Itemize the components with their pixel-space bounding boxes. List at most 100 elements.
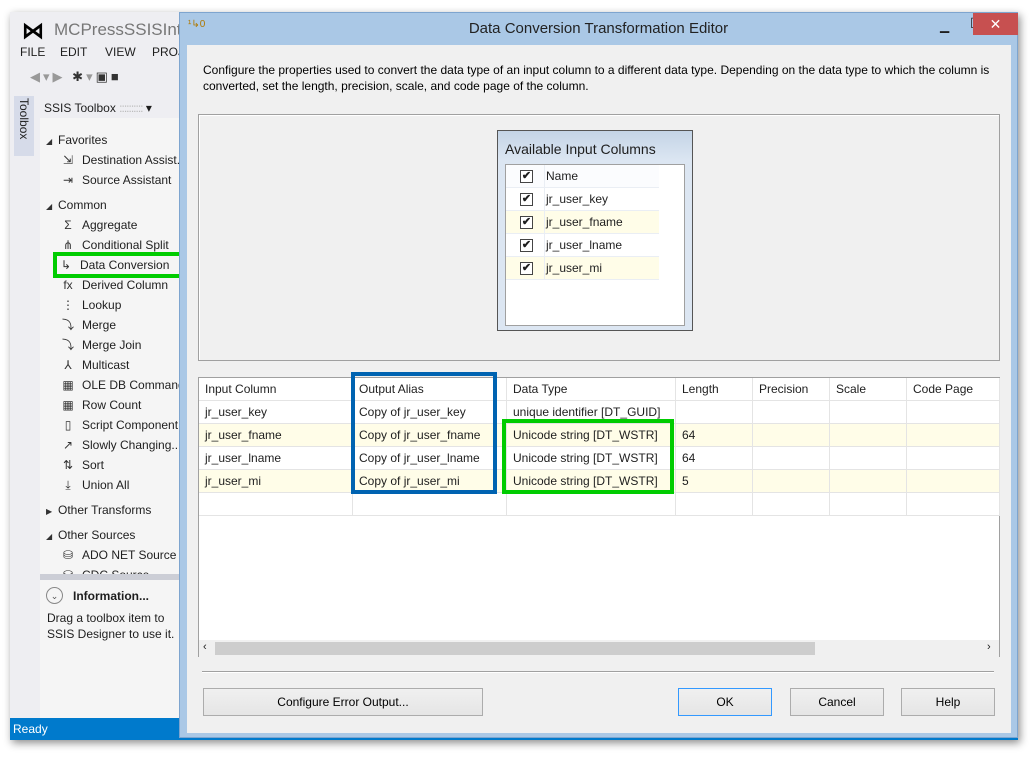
toolbox-item-source-assistant[interactable]: ⇥ Source Assistant bbox=[59, 170, 171, 190]
grid-cell[interactable] bbox=[907, 424, 1000, 447]
grid-cell[interactable] bbox=[753, 424, 830, 447]
grid-cell[interactable]: jr_user_key bbox=[199, 401, 353, 424]
forward-icon[interactable]: ▶ bbox=[53, 69, 66, 84]
grid-cell[interactable] bbox=[907, 470, 1000, 493]
grid-cell[interactable]: jr_user_mi bbox=[199, 470, 353, 493]
toolbox-side-tab[interactable]: Toolbox bbox=[14, 96, 34, 156]
grid-header-scale[interactable]: Scale bbox=[830, 378, 907, 401]
grid-cell[interactable] bbox=[907, 401, 1000, 424]
available-column-row[interactable]: ✔ jr_user_key bbox=[506, 188, 659, 211]
merge-icon: ⤵ bbox=[61, 318, 74, 332]
help-button[interactable]: Help bbox=[901, 688, 995, 716]
toolbox-group-other-transforms[interactable]: ▶ Other Transforms bbox=[46, 500, 151, 520]
grid-header-data-type[interactable]: Data Type bbox=[507, 378, 676, 401]
grid-cell[interactable] bbox=[907, 447, 1000, 470]
back-icon[interactable]: ◀ bbox=[30, 69, 43, 84]
dropdown-icon[interactable]: ▾ bbox=[146, 101, 152, 115]
grid-cell[interactable]: jr_user_fname bbox=[199, 424, 353, 447]
toolbox-panel: ◢ Favorites ⇲ Destination Assist... ⇥ Source … bbox=[40, 118, 188, 582]
column-checkbox[interactable]: ✔ bbox=[520, 239, 533, 252]
grid-cell[interactable]: jr_user_lname bbox=[199, 447, 353, 470]
ok-button[interactable]: OK bbox=[678, 688, 772, 716]
column-checkbox[interactable]: ✔ bbox=[520, 262, 533, 275]
expanded-triangle-icon[interactable]: ◢ bbox=[46, 527, 58, 547]
ado-net-source-icon: ⛁ bbox=[62, 548, 74, 562]
grid-cell[interactable]: 64 bbox=[676, 447, 753, 470]
grid-empty-cell[interactable] bbox=[199, 493, 353, 516]
row-count-icon: ▦ bbox=[62, 398, 74, 412]
menu-edit[interactable]: EDIT bbox=[60, 45, 87, 59]
toolbox-item-ado-net-source[interactable]: ⛁ ADO NET Source bbox=[59, 545, 177, 565]
grid-empty-cell[interactable] bbox=[753, 493, 830, 516]
expanded-triangle-icon[interactable]: ◢ bbox=[46, 197, 58, 217]
grid-header-precision[interactable]: Precision bbox=[753, 378, 830, 401]
grid-empty-cell[interactable] bbox=[830, 493, 907, 516]
grid-header-code-page[interactable]: Code Page bbox=[907, 378, 1000, 401]
grid-cell[interactable] bbox=[830, 447, 907, 470]
collapse-info-icon[interactable]: ⌄ bbox=[46, 587, 63, 604]
toolbox-group-common[interactable]: ◢ Common bbox=[46, 195, 107, 215]
toolbox-item-script-component[interactable]: ▯ Script Component bbox=[59, 415, 178, 435]
expanded-triangle-icon[interactable]: ◢ bbox=[46, 132, 58, 152]
save-icon[interactable]: ■ bbox=[111, 69, 122, 84]
grid-cell[interactable] bbox=[830, 470, 907, 493]
grid-header-input-column[interactable]: Input Column bbox=[199, 378, 353, 401]
toolbox-item-sort[interactable]: ⇅ Sort bbox=[59, 455, 104, 475]
menu-file[interactable]: FILE bbox=[20, 45, 45, 59]
available-columns-header: ✔ Name bbox=[506, 165, 659, 188]
grid-empty-cell[interactable] bbox=[676, 493, 753, 516]
toolbox-group-other-sources[interactable]: ◢ Other Sources bbox=[46, 525, 135, 545]
configure-error-output-button[interactable]: Configure Error Output... bbox=[203, 688, 483, 716]
close-icon[interactable]: ✕ bbox=[973, 13, 1018, 35]
scroll-left-icon[interactable]: ‹ bbox=[203, 641, 207, 653]
horizontal-scrollbar[interactable]: ‹ › bbox=[199, 640, 999, 657]
minimize-icon[interactable]: ▁ bbox=[940, 19, 949, 33]
grid-cell[interactable] bbox=[676, 401, 753, 424]
toolbox-item-merge[interactable]: ⤵ Merge bbox=[59, 315, 116, 335]
menu-view[interactable]: VIEW bbox=[105, 45, 136, 59]
grid-cell[interactable]: 5 bbox=[676, 470, 753, 493]
toolbox-item-destination-assist-[interactable]: ⇲ Destination Assist... bbox=[59, 150, 187, 170]
grid-cell[interactable] bbox=[830, 424, 907, 447]
toolbox-item-merge-join[interactable]: ⤵ Merge Join bbox=[59, 335, 141, 355]
toolbox-item-row-count[interactable]: ▦ Row Count bbox=[59, 395, 141, 415]
grid-cell[interactable]: 64 bbox=[676, 424, 753, 447]
toolbox-item-label: Source Assistant bbox=[82, 173, 172, 187]
available-columns-list: ✔ Name ✔ jr_user_key ✔ jr_user_fname ✔ jr_user_… bbox=[505, 164, 685, 326]
grid-cell[interactable] bbox=[830, 401, 907, 424]
available-input-columns[interactable]: Available Input Columns ✔ Name ✔ jr_user_ke… bbox=[497, 130, 693, 331]
column-checkbox[interactable]: ✔ bbox=[520, 193, 533, 206]
destination-assistant-icon: ⇲ bbox=[62, 153, 74, 167]
new-project-icon[interactable]: ✱ bbox=[72, 69, 86, 84]
open-icon[interactable]: ▣ bbox=[96, 69, 111, 84]
grid-cell[interactable] bbox=[753, 447, 830, 470]
grid-empty-cell[interactable] bbox=[353, 493, 507, 516]
toolbox-item-derived-column[interactable]: fx Derived Column bbox=[59, 275, 168, 295]
toolbox-group-favorites[interactable]: ◢ Favorites bbox=[46, 130, 107, 150]
cancel-button[interactable]: Cancel bbox=[790, 688, 884, 716]
grid-empty-cell[interactable] bbox=[507, 493, 676, 516]
grid-empty-cell[interactable] bbox=[907, 493, 1000, 516]
available-column-row[interactable]: ✔ jr_user_lname bbox=[506, 234, 659, 257]
toolbox-item-lookup[interactable]: ⋮ Lookup bbox=[59, 295, 121, 315]
grid-header-length[interactable]: Length bbox=[676, 378, 753, 401]
available-column-row[interactable]: ✔ jr_user_fname bbox=[506, 211, 659, 234]
scrollbar-thumb[interactable] bbox=[215, 642, 815, 655]
column-name: jr_user_mi bbox=[546, 261, 603, 275]
available-column-row[interactable]: ✔ jr_user_mi bbox=[506, 257, 659, 280]
data-conversion-editor-dialog: Data Conversion Transformation Editor ¹↳… bbox=[179, 12, 1018, 738]
data-conversion-icon: ↳ bbox=[60, 258, 72, 272]
grid-cell[interactable] bbox=[753, 401, 830, 424]
column-checkbox[interactable]: ✔ bbox=[520, 216, 533, 229]
toolbox-item-ole-db-command[interactable]: ▦ OLE DB Command bbox=[59, 375, 184, 395]
toolbox-item-union-all[interactable]: ⤓ Union All bbox=[59, 475, 129, 495]
scroll-right-icon[interactable]: › bbox=[987, 641, 991, 653]
toolbox-item-slowly-changing-[interactable]: ↗ Slowly Changing... bbox=[59, 435, 181, 455]
select-all-checkbox[interactable]: ✔ bbox=[520, 170, 533, 183]
grid-cell[interactable] bbox=[753, 470, 830, 493]
toolbox-item-multicast[interactable]: ⅄ Multicast bbox=[59, 355, 129, 375]
group-label: Favorites bbox=[58, 133, 108, 147]
collapsed-triangle-icon[interactable]: ▶ bbox=[46, 502, 58, 522]
toolbox-item-label: Row Count bbox=[82, 398, 142, 412]
toolbox-item-aggregate[interactable]: Σ Aggregate bbox=[59, 215, 137, 235]
